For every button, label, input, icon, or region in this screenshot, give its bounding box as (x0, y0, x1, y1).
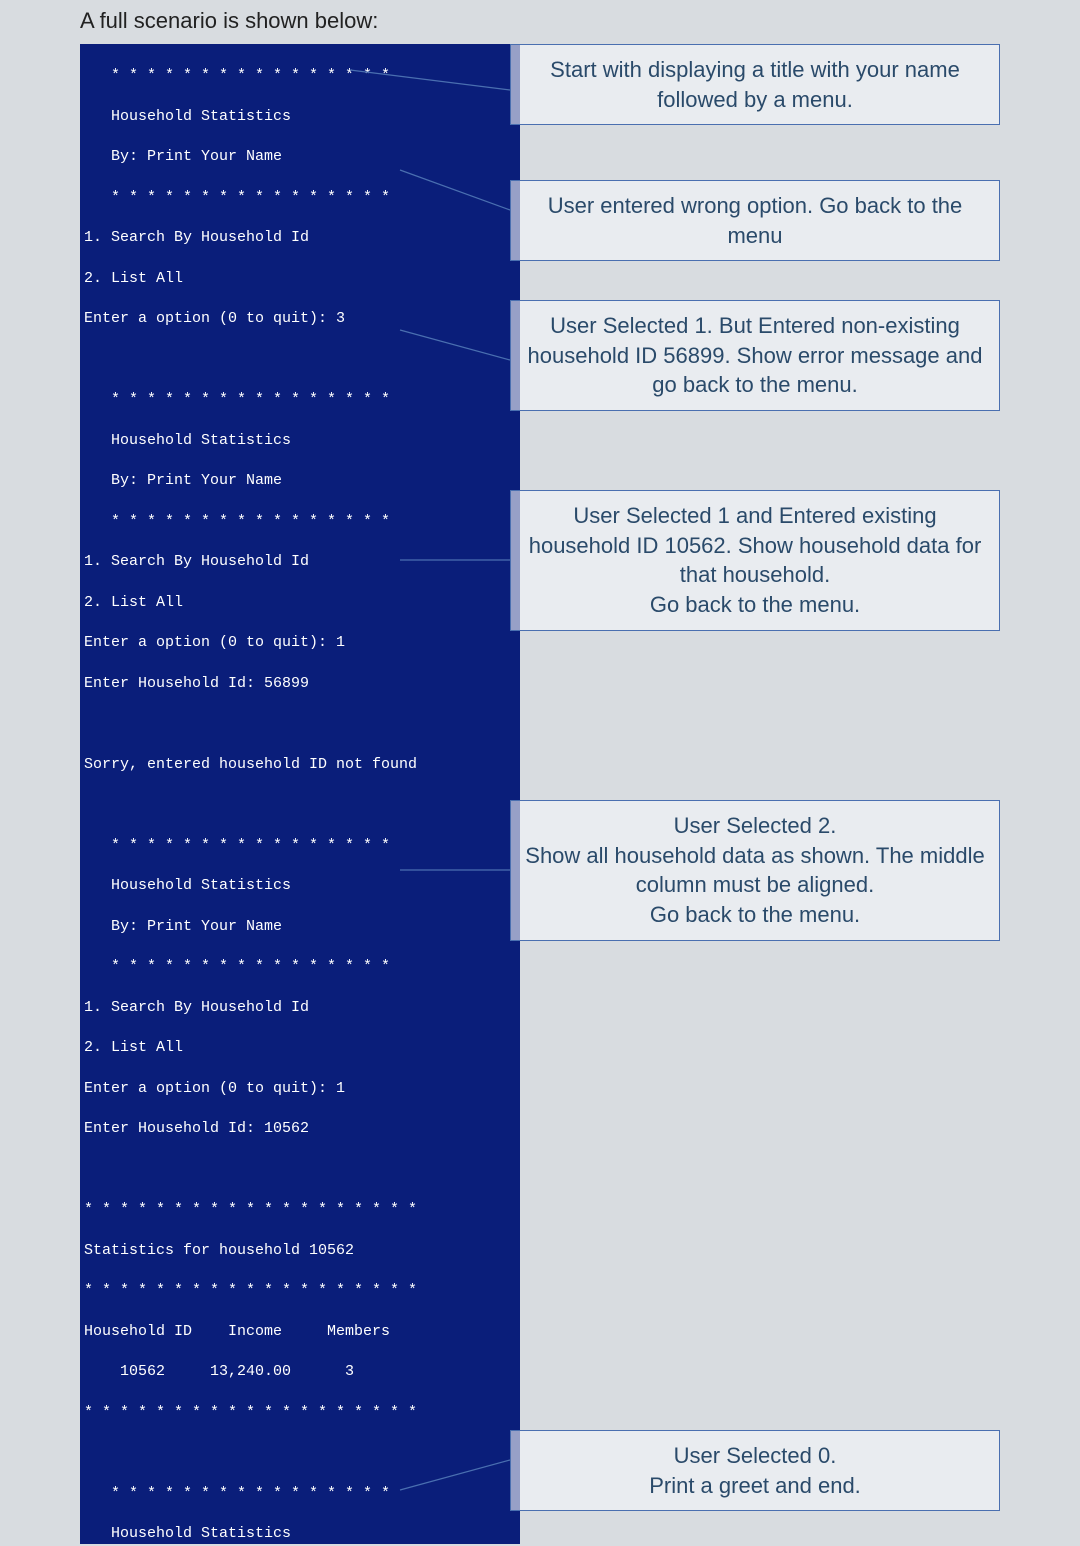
header-title: Household Statistics (84, 1524, 516, 1544)
header-title: Household Statistics (84, 876, 516, 896)
header-byline: By: Print Your Name (84, 147, 516, 167)
blank-line (84, 1443, 516, 1463)
table-row: 10562 13,240.00 3 (84, 1362, 516, 1382)
prompt-option-line: Enter a option (0 to quit): 1 (84, 1079, 516, 1099)
user-input: 3 (336, 310, 345, 327)
divider: * * * * * * * * * * * * * * * * * * * (84, 1281, 516, 1301)
annotation-bad-id: User Selected 1. But Entered non-existin… (510, 300, 1000, 411)
prompt-option: Enter a option (0 to quit): (84, 1080, 336, 1097)
annotation-good-id: User Selected 1 and Entered existing hou… (510, 490, 1000, 631)
divider: * * * * * * * * * * * * * * * * (84, 66, 516, 86)
annotation-start: Start with displaying a title with your … (510, 44, 1000, 125)
user-input: 56899 (264, 675, 309, 692)
annotation-wrong-option: User entered wrong option. Go back to th… (510, 180, 1000, 261)
menu-item-1: 1. Search By Household Id (84, 552, 516, 572)
stats-single-title: Statistics for household 10562 (84, 1241, 516, 1261)
prompt-household-line: Enter Household Id: 56899 (84, 674, 516, 694)
annotation-list-all: User Selected 2. Show all household data… (510, 800, 1000, 941)
divider: * * * * * * * * * * * * * * * * * * * (84, 1200, 516, 1220)
prompt-household: Enter Household Id: (84, 675, 264, 692)
header-byline: By: Print Your Name (84, 917, 516, 937)
divider: * * * * * * * * * * * * * * * * * * * (84, 1403, 516, 1423)
table-header: Household ID Income Members (84, 1322, 516, 1342)
prompt-option: Enter a option (0 to quit): (84, 634, 336, 651)
menu-item-1: 1. Search By Household Id (84, 228, 516, 248)
header-title: Household Statistics (84, 431, 516, 451)
prompt-option-line: Enter a option (0 to quit): 1 (84, 633, 516, 653)
divider: * * * * * * * * * * * * * * * * (84, 957, 516, 977)
prompt-option-line: Enter a option (0 to quit): 3 (84, 309, 516, 329)
prompt-option: Enter a option (0 to quit): (84, 310, 336, 327)
menu-item-2: 2. List All (84, 269, 516, 289)
divider: * * * * * * * * * * * * * * * * (84, 188, 516, 208)
divider: * * * * * * * * * * * * * * * * (84, 390, 516, 410)
menu-item-2: 2. List All (84, 593, 516, 613)
blank-line (84, 1160, 516, 1180)
blank-line (84, 714, 516, 734)
header-byline: By: Print Your Name (84, 471, 516, 491)
user-input: 1 (336, 1080, 345, 1097)
blank-line (84, 350, 516, 370)
prompt-household-line: Enter Household Id: 10562 (84, 1119, 516, 1139)
user-input: 10562 (264, 1120, 309, 1137)
error-message: Sorry, entered household ID not found (84, 755, 516, 775)
prompt-household: Enter Household Id: (84, 1120, 264, 1137)
user-input: 1 (336, 634, 345, 651)
divider: * * * * * * * * * * * * * * * * (84, 836, 516, 856)
blank-line (84, 795, 516, 815)
page-title: A full scenario is shown below: (80, 8, 378, 34)
menu-item-2: 2. List All (84, 1038, 516, 1058)
divider: * * * * * * * * * * * * * * * * (84, 512, 516, 532)
console-output: * * * * * * * * * * * * * * * * Househol… (80, 44, 520, 1544)
divider: * * * * * * * * * * * * * * * * (84, 1484, 516, 1504)
header-title: Household Statistics (84, 107, 516, 127)
menu-item-1: 1. Search By Household Id (84, 998, 516, 1018)
annotation-quit: User Selected 0. Print a greet and end. (510, 1430, 1000, 1511)
